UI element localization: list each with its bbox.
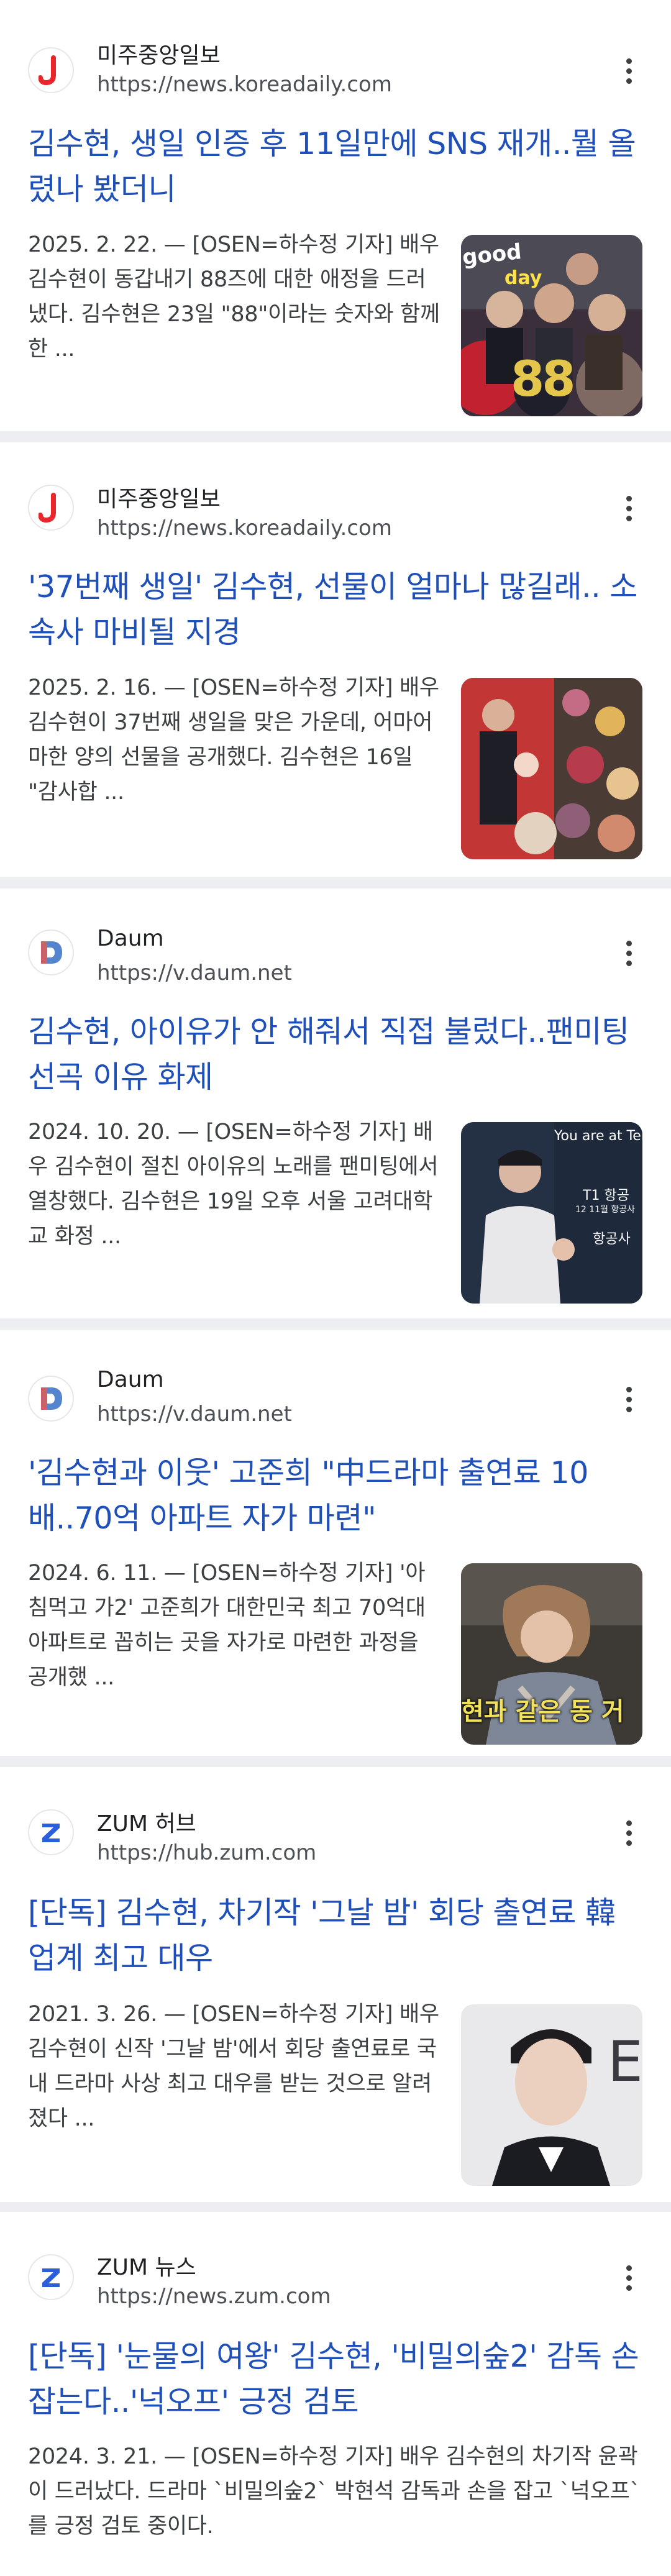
thumbnail-text: T1 항공 [583,1188,629,1204]
thumbnail-text: 현과 같은 동 거 [461,1697,624,1726]
result-source-name: 미주중앙일보 [97,43,221,68]
zum-logo-icon [28,2254,74,2300]
result-source-name: 미주중앙일보 [97,486,221,512]
thumbnail-text: E [608,2029,642,2094]
result-thumbnail[interactable]: good day 88 [461,235,642,416]
result-snippet: 2025. 2. 16. — [OSEN=하수정 기자] 배우 김수현이 37번… [28,675,439,805]
result-thumbnail[interactable]: 현과 같은 동 거 [461,1563,642,1745]
more-options-icon[interactable] [618,1379,640,1419]
search-result-card[interactable]: 미주중앙일보 https://news.koreadaily.com 김수현, … [0,0,671,431]
result-snippet: 2021. 3. 26. — [OSEN=하수정 기자] 배우 김수현이 신작 … [28,2002,439,2131]
daum-logo-icon [28,929,74,975]
result-title-link[interactable]: '37번째 생일' 김수현, 선물이 얼마나 많길래.. 소속사 마비될 지경 [28,564,643,655]
thumbnail-text: 88 [511,352,576,408]
search-result-card[interactable]: Daum https://v.daum.net 김수현, 아이유가 안 해줘서 … [0,888,671,1318]
result-source-name: ZUM 뉴스 [97,2255,196,2280]
more-options-icon[interactable] [618,2258,640,2298]
thumbnail-text: day [504,267,542,289]
result-title-link[interactable]: 김수현, 생일 인증 후 11일만에 SNS 재개..뭘 올렸나 봤더니 [28,121,643,212]
search-result-card[interactable]: ZUM 뉴스 https://news.zum.com [단독] '눈물의 여왕… [0,2212,671,2576]
result-snippet: 2024. 6. 11. — [OSEN=하수정 기자] '아침먹고 가2' 고… [28,1561,426,1690]
result-title-link[interactable]: '김수현과 이웃' 고준희 "中드라마 출연료 10배..70억 아파트 자가 … [28,1450,643,1541]
result-thumbnail[interactable]: E [461,2004,642,2186]
koreadaily-logo-icon [28,47,74,93]
search-result-card[interactable]: Daum https://v.daum.net '김수현과 이웃' 고준희 "中… [0,1330,671,1756]
result-title-link[interactable]: [단독] 김수현, 차기작 '그날 밤' 회당 출연료 韓업계 최고 대우 [28,1890,643,1981]
more-options-icon[interactable] [618,488,640,528]
koreadaily-logo-icon [28,485,74,531]
search-result-card[interactable]: ZUM 허브 https://hub.zum.com [단독] 김수현, 차기작… [0,1767,671,2202]
result-thumbnail[interactable]: You are at Ter T1 항공 12 11월 항공사 항공사 [461,1122,642,1304]
result-title-link[interactable]: 김수현, 아이유가 안 해줘서 직접 불렀다..팬미팅 선곡 이유 화제 [28,1009,643,1100]
more-options-icon[interactable] [618,51,640,91]
more-options-icon[interactable] [618,933,640,973]
search-result-card[interactable]: 미주중앙일보 https://news.koreadaily.com '37번째… [0,442,671,877]
result-snippet: 2024. 3. 21. — [OSEN=하수정 기자] 배우 김수현의 차기작… [28,2444,641,2539]
zum-logo-icon [28,1809,74,1855]
result-thumbnail[interactable] [461,678,642,859]
result-source-name: Daum [97,926,164,951]
thumbnail-text: 12 11월 항공사 [575,1205,636,1215]
thumbnail-text: You are at Ter [554,1128,642,1144]
thumbnail-text: 항공사 [593,1231,631,1247]
result-source-url: https://news.koreadaily.com [97,516,392,541]
daum-logo-icon [28,1376,74,1422]
result-source-url: https://news.zum.com [97,2284,331,2309]
result-source-name: Daum [97,1367,164,1392]
result-source-url: https://v.daum.net [97,1402,292,1427]
result-source-url: https://news.koreadaily.com [97,72,392,97]
result-source-url: https://v.daum.net [97,961,292,985]
more-options-icon[interactable] [618,1813,640,1853]
result-source-name: ZUM 허브 [97,1811,196,1837]
result-title-link[interactable]: [단독] '눈물의 여왕' 김수현, '비밀의숲2' 감독 손잡는다..'넉오프… [28,2334,643,2424]
result-source-url: https://hub.zum.com [97,1840,317,1865]
result-snippet: 2025. 2. 22. — [OSEN=하수정 기자] 배우 김수현이 동갑내… [28,232,440,362]
result-snippet: 2024. 10. 20. — [OSEN=하수정 기자] 배우 김수현이 절친… [28,1120,439,1249]
